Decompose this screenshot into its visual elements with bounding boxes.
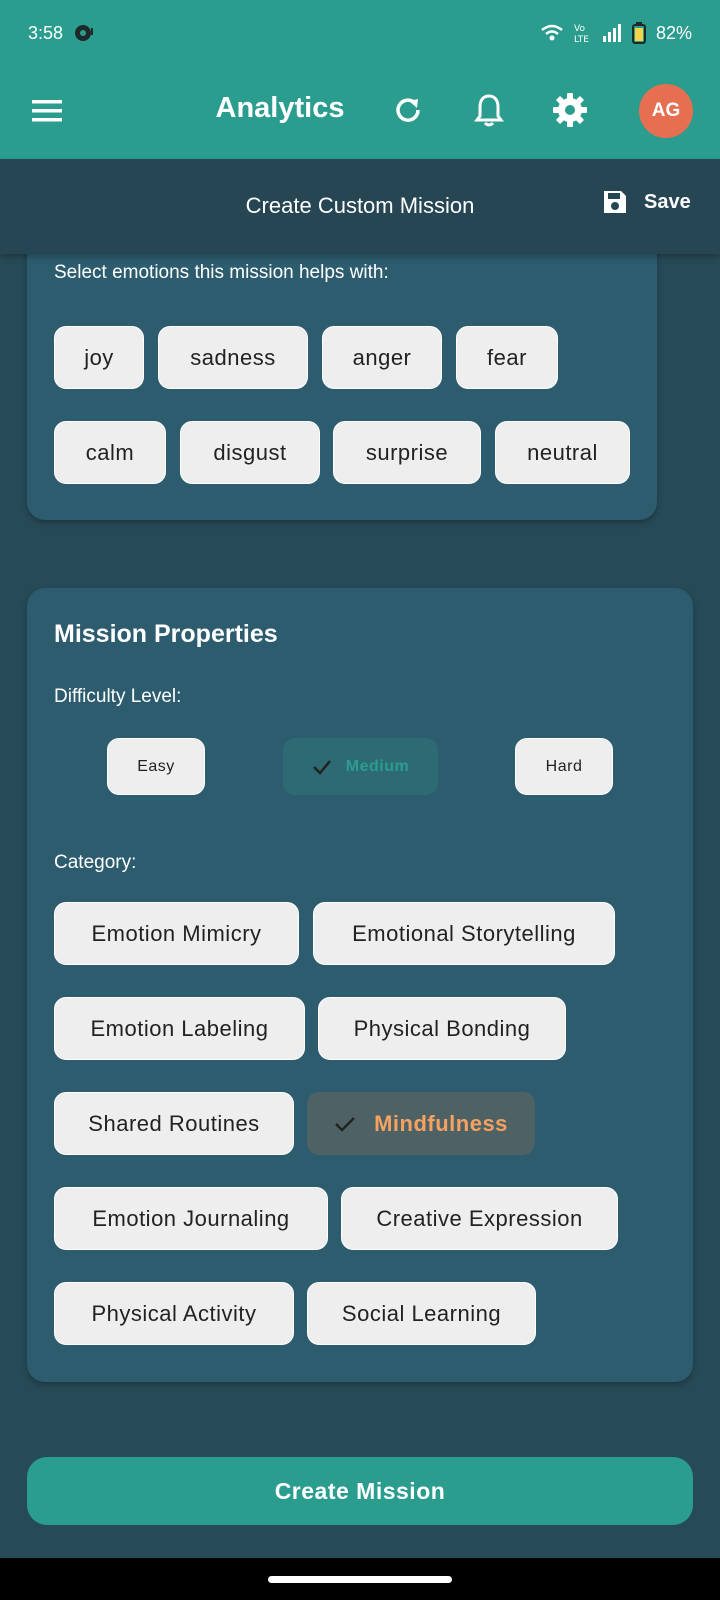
status-bar: 3:58 Vo LTE 82% [0, 0, 720, 66]
signal-icon [602, 24, 621, 42]
category-chip-social-learning[interactable]: Social Learning [307, 1282, 536, 1345]
svg-text:Vo: Vo [574, 24, 585, 34]
save-button[interactable]: Save [602, 189, 691, 215]
gear-icon[interactable] [550, 90, 590, 130]
category-chip-physical-bonding[interactable]: Physical Bonding [318, 997, 566, 1060]
emotion-chip-fear[interactable]: fear [456, 326, 558, 389]
category-chip-mindfulness[interactable]: Mindfulness [307, 1092, 535, 1155]
refresh-icon[interactable] [388, 90, 428, 130]
wifi-icon [541, 24, 563, 41]
emotion-chip-sadness[interactable]: sadness [158, 326, 308, 389]
category-chip-physical-activity[interactable]: Physical Activity [54, 1282, 294, 1345]
difficulty-medium[interactable]: Medium [283, 738, 438, 795]
category-mindfulness-label: Mindfulness [374, 1110, 508, 1136]
emotion-chip-neutral[interactable]: neutral [495, 421, 630, 484]
emotion-chip-joy[interactable]: joy [54, 326, 144, 389]
category-chip-emotion-mimicry[interactable]: Emotion Mimicry [54, 902, 299, 965]
category-chip-emotional-storytelling[interactable]: Emotional Storytelling [313, 902, 615, 965]
mission-properties-heading: Mission Properties [54, 620, 278, 648]
category-chip-emotion-labeling[interactable]: Emotion Labeling [54, 997, 305, 1060]
home-indicator[interactable] [268, 1576, 452, 1583]
category-chip-emotion-journaling[interactable]: Emotion Journaling [54, 1187, 328, 1250]
difficulty-label: Difficulty Level: [54, 686, 182, 707]
status-time: 3:58 [28, 22, 64, 43]
save-label: Save [644, 190, 691, 213]
battery-percent: 82% [655, 22, 692, 43]
emotion-chip-surprise[interactable]: surprise [333, 421, 481, 484]
svg-text:LTE: LTE [574, 35, 589, 44]
save-icon [604, 191, 626, 213]
check-icon [312, 759, 331, 775]
emotion-chip-disgust[interactable]: disgust [180, 421, 320, 484]
create-mission-button[interactable]: Create Mission [27, 1457, 693, 1525]
check-icon [335, 1116, 355, 1132]
app-bar: Analytics AG [0, 66, 720, 159]
category-chip-shared-routines[interactable]: Shared Routines [54, 1092, 294, 1155]
page-title: Analytics [215, 92, 345, 124]
battery-icon [631, 22, 646, 44]
bell-icon[interactable] [469, 90, 509, 130]
notification-icon [75, 25, 94, 41]
emotion-chip-anger[interactable]: anger [322, 326, 442, 389]
difficulty-easy[interactable]: Easy [107, 738, 205, 795]
system-nav-bar [0, 1558, 720, 1600]
avatar[interactable]: AG [639, 84, 693, 138]
category-label: Category: [54, 852, 137, 873]
difficulty-hard[interactable]: Hard [515, 738, 613, 795]
category-chip-creative-expression[interactable]: Creative Expression [341, 1187, 618, 1250]
sub-header: Create Custom Mission Save [0, 159, 720, 254]
menu-icon[interactable] [30, 96, 64, 126]
emotions-prompt: Select emotions this mission helps with: [54, 262, 389, 283]
emotion-chip-calm[interactable]: calm [54, 421, 166, 484]
volte-icon: Vo LTE [574, 24, 589, 44]
difficulty-medium-label: Medium [345, 757, 410, 775]
subheader-title: Create Custom Mission [245, 193, 475, 218]
